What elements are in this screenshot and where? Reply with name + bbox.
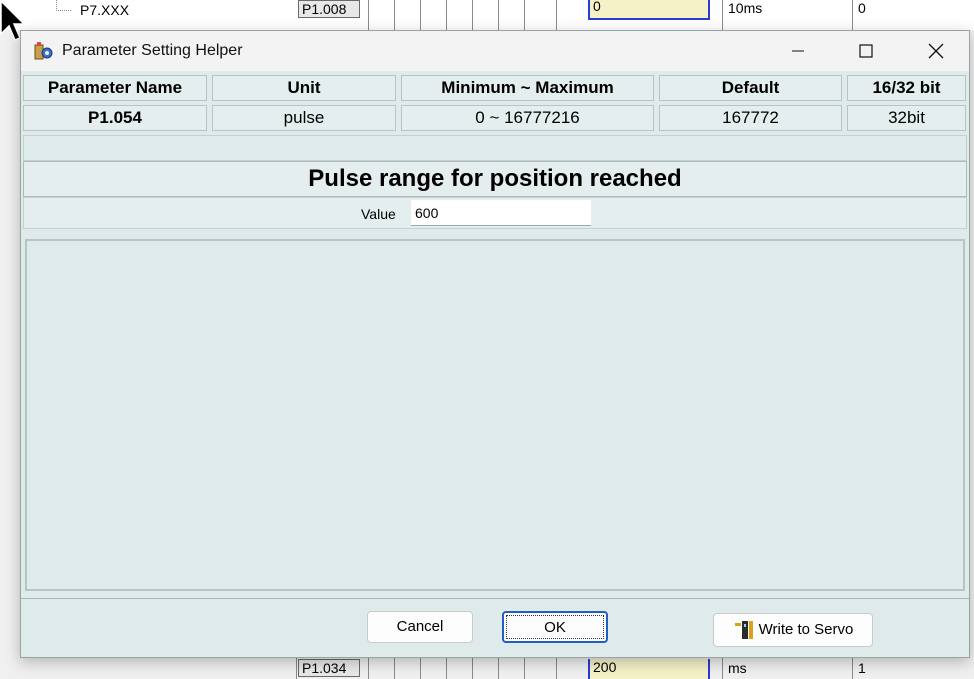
grid-divider	[556, 0, 557, 30]
header-bit-size: 16/32 bit	[847, 75, 966, 101]
grid-divider	[722, 0, 723, 30]
value-cell[interactable]: 200	[588, 659, 710, 679]
cancel-button[interactable]: Cancel	[367, 611, 473, 643]
grid-divider	[524, 0, 525, 30]
tree-item-label[interactable]: P7.XXX	[80, 2, 129, 18]
value-cell[interactable]: 0	[588, 0, 710, 20]
grid-divider	[472, 655, 473, 679]
ok-button[interactable]: OK	[502, 611, 608, 643]
grid-divider	[420, 0, 421, 30]
param-cell[interactable]: P1.008	[298, 0, 360, 18]
description-area	[25, 239, 965, 591]
grid-divider	[556, 655, 557, 679]
parameter-helper-icon	[34, 42, 53, 60]
write-to-servo-button[interactable]: Write to Servo	[713, 613, 873, 647]
grid-divider	[446, 0, 447, 30]
cell-unit: pulse	[212, 105, 396, 131]
grid-divider	[368, 655, 369, 679]
tree-guide-line	[56, 0, 71, 11]
default-cell: 0	[858, 0, 866, 16]
header-unit: Unit	[212, 75, 396, 101]
cell-parameter-name: P1.054	[23, 105, 207, 131]
maximize-icon	[859, 44, 873, 58]
grid-divider	[852, 0, 853, 30]
value-row: Value	[23, 197, 967, 229]
header-parameter-name: Parameter Name	[23, 75, 207, 101]
header-default: Default	[659, 75, 842, 101]
grid-divider	[472, 0, 473, 30]
unit-cell: ms	[728, 660, 747, 676]
footer-divider	[21, 598, 969, 599]
grid-divider	[368, 0, 369, 30]
dialog-title: Parameter Setting Helper	[62, 42, 243, 59]
minimize-button[interactable]	[763, 31, 833, 71]
header-min-max: Minimum ~ Maximum	[401, 75, 654, 101]
background-grid-bottom: P1.034 200 ms 1	[0, 655, 974, 679]
minimize-icon	[792, 50, 804, 52]
grid-divider	[394, 655, 395, 679]
servo-icon	[734, 621, 753, 639]
background-grid-top: P7.XXX P1.008 0 10ms 0	[0, 0, 974, 30]
grid-divider	[296, 655, 297, 679]
spacer-band	[23, 135, 967, 161]
unit-cell: 10ms	[728, 0, 763, 16]
maximize-button[interactable]	[831, 31, 901, 71]
cell-bit-size: 32bit	[847, 105, 966, 131]
value-input[interactable]	[411, 200, 591, 226]
close-icon	[928, 43, 944, 59]
cell-default: 167772	[659, 105, 842, 131]
grid-divider	[498, 0, 499, 30]
grid-divider	[852, 655, 853, 679]
default-cell: 1	[858, 660, 866, 676]
close-button[interactable]	[901, 31, 971, 71]
grid-divider	[498, 655, 499, 679]
grid-divider	[420, 655, 421, 679]
write-to-servo-label: Write to Servo	[758, 621, 854, 638]
grid-divider	[524, 655, 525, 679]
grid-divider	[394, 0, 395, 30]
grid-divider	[722, 655, 723, 679]
parameter-setting-helper-dialog: Parameter Setting Helper Parameter Name …	[20, 30, 970, 658]
parameter-description-title: Pulse range for position reached	[23, 161, 967, 197]
grid-divider	[446, 655, 447, 679]
cell-min-max: 0 ~ 16777216	[401, 105, 654, 131]
param-cell[interactable]: P1.034	[298, 659, 360, 677]
value-label: Value	[361, 206, 396, 222]
title-bar[interactable]: Parameter Setting Helper	[21, 31, 969, 71]
